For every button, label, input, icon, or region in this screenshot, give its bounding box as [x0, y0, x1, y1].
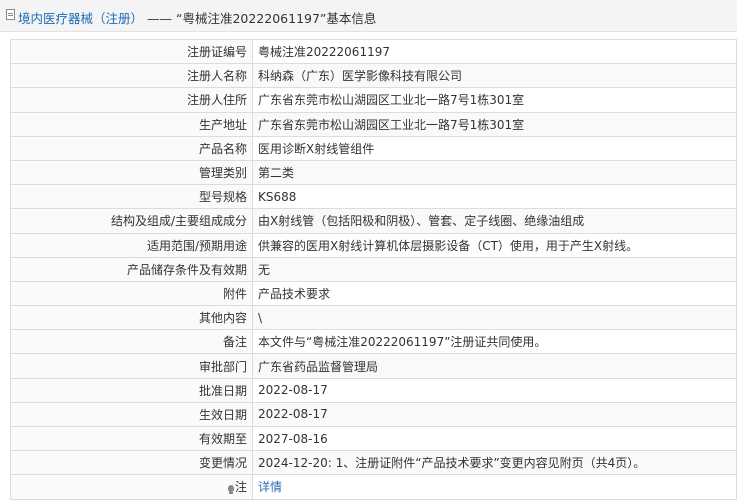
- table-row: 注册人名称 科纳森（广东）医学影像科技有限公司: [10, 63, 737, 89]
- field-label: 生效日期: [10, 401, 253, 428]
- field-label: 适用范围/预期用途: [10, 232, 253, 258]
- field-value: 产品技术要求: [252, 280, 737, 307]
- field-value: 广东省东莞市松山湖园区工业北一路7号1栋301室: [252, 111, 737, 137]
- table-row: 变更情况 2024-12-20: 1、注册证附件“产品技术要求”变更内容见附页（共…: [10, 450, 737, 476]
- field-value: 广东省东莞市松山湖园区工业北一路7号1栋301室: [252, 87, 737, 113]
- detail-link[interactable]: 详情: [258, 480, 282, 494]
- note-row: 注详情: [10, 474, 737, 500]
- breadcrumb-bar: 境内医疗器械（注册） —— “粤械注准20222061197”基本信息: [0, 0, 737, 32]
- field-value: 2022-08-17: [252, 377, 737, 403]
- table-row: 审批部门 广东省药品监督管理局: [10, 353, 737, 379]
- field-label: 有效期至: [10, 425, 253, 452]
- field-value: 供兼容的医用X射线计算机体层摄影设备（CT）使用，用于产生X射线。: [252, 232, 737, 258]
- lightbulb-icon: [227, 485, 234, 495]
- field-label: 生产地址: [10, 111, 253, 137]
- field-label: 变更情况: [10, 450, 253, 476]
- field-value: 无: [252, 256, 737, 282]
- table-row: 附件 产品技术要求: [10, 280, 737, 307]
- field-value: 由X射线管（包括阳极和阴极）、管套、定子线圈、绝缘油组成: [252, 208, 737, 234]
- field-value: 2027-08-16: [252, 425, 737, 452]
- field-label: 其他内容: [10, 305, 253, 331]
- field-label: 管理类别: [10, 159, 253, 186]
- note-label-cell: 注: [10, 474, 253, 500]
- table-row: 结构及组成/主要组成成分 由X射线管（包括阳极和阴极）、管套、定子线圈、绝缘油组成: [10, 208, 737, 234]
- field-value: 广东省药品监督管理局: [252, 353, 737, 379]
- field-label: 注册人名称: [10, 63, 253, 89]
- field-value: 2022-08-17: [252, 401, 737, 428]
- field-value: 医用诊断X射线管组件: [252, 135, 737, 161]
- table-row: 生效日期 2022-08-17: [10, 401, 737, 428]
- table-row: 其他内容 \: [10, 305, 737, 331]
- field-value: 2024-12-20: 1、注册证附件“产品技术要求”变更内容见附页（共4页）。: [252, 450, 737, 476]
- table-row: 注册人住所 广东省东莞市松山湖园区工业北一路7号1栋301室: [10, 87, 737, 113]
- table-row: 注册证编号 粤械注准20222061197: [10, 38, 737, 65]
- info-table: 注册证编号 粤械注准20222061197 注册人名称 科纳森（广东）医学影像科技有限…: [10, 38, 737, 500]
- breadcrumb: 境内医疗器械（注册） —— “粤械注准20222061197”基本信息: [18, 8, 376, 27]
- table-row: 管理类别 第二类: [10, 159, 737, 186]
- field-value: \: [252, 305, 737, 331]
- field-label: 审批部门: [10, 353, 253, 379]
- table-row: 产品储存条件及有效期无: [10, 256, 737, 282]
- field-value: 科纳森（广东）医学影像科技有限公司: [252, 63, 737, 89]
- note-value-cell: 详情: [252, 474, 737, 500]
- field-value: 第二类: [252, 159, 737, 186]
- field-label: 注册人住所: [10, 87, 253, 113]
- field-value: 粤械注准20222061197: [252, 38, 737, 65]
- breadcrumb-separator: ——: [143, 11, 176, 26]
- table-row: 产品名称 医用诊断X射线管组件: [10, 135, 737, 161]
- field-value: KS688: [252, 184, 737, 210]
- field-label: 注册证编号: [10, 38, 253, 65]
- table-row: 批准日期 2022-08-17: [10, 377, 737, 403]
- table-row: 生产地址 广东省东莞市松山湖园区工业北一路7号1栋301室: [10, 111, 737, 137]
- table-row: 型号规格 KS688: [10, 184, 737, 210]
- field-label: 结构及组成/主要组成成分: [10, 208, 253, 234]
- field-value: 本文件与“粤械注准20222061197”注册证共同使用。: [252, 329, 737, 355]
- field-label: 产品名称: [10, 135, 253, 161]
- document-icon: [6, 9, 15, 20]
- page-title: “粤械注准20222061197”基本信息: [175, 11, 377, 26]
- breadcrumb-link[interactable]: 境内医疗器械（注册）: [18, 11, 143, 26]
- field-label: 批准日期: [10, 377, 253, 403]
- note-label: 注: [234, 480, 247, 495]
- field-label: 型号规格: [10, 184, 253, 210]
- table-row: 备注 本文件与“粤械注准20222061197”注册证共同使用。: [10, 329, 737, 355]
- field-label: 产品储存条件及有效期: [10, 256, 253, 282]
- field-label: 附件: [10, 280, 253, 307]
- field-label: 备注: [10, 329, 253, 355]
- table-row: 适用范围/预期用途 供兼容的医用X射线计算机体层摄影设备（CT）使用，用于产生X射…: [10, 232, 737, 258]
- table-row: 有效期至 2027-08-16: [10, 425, 737, 452]
